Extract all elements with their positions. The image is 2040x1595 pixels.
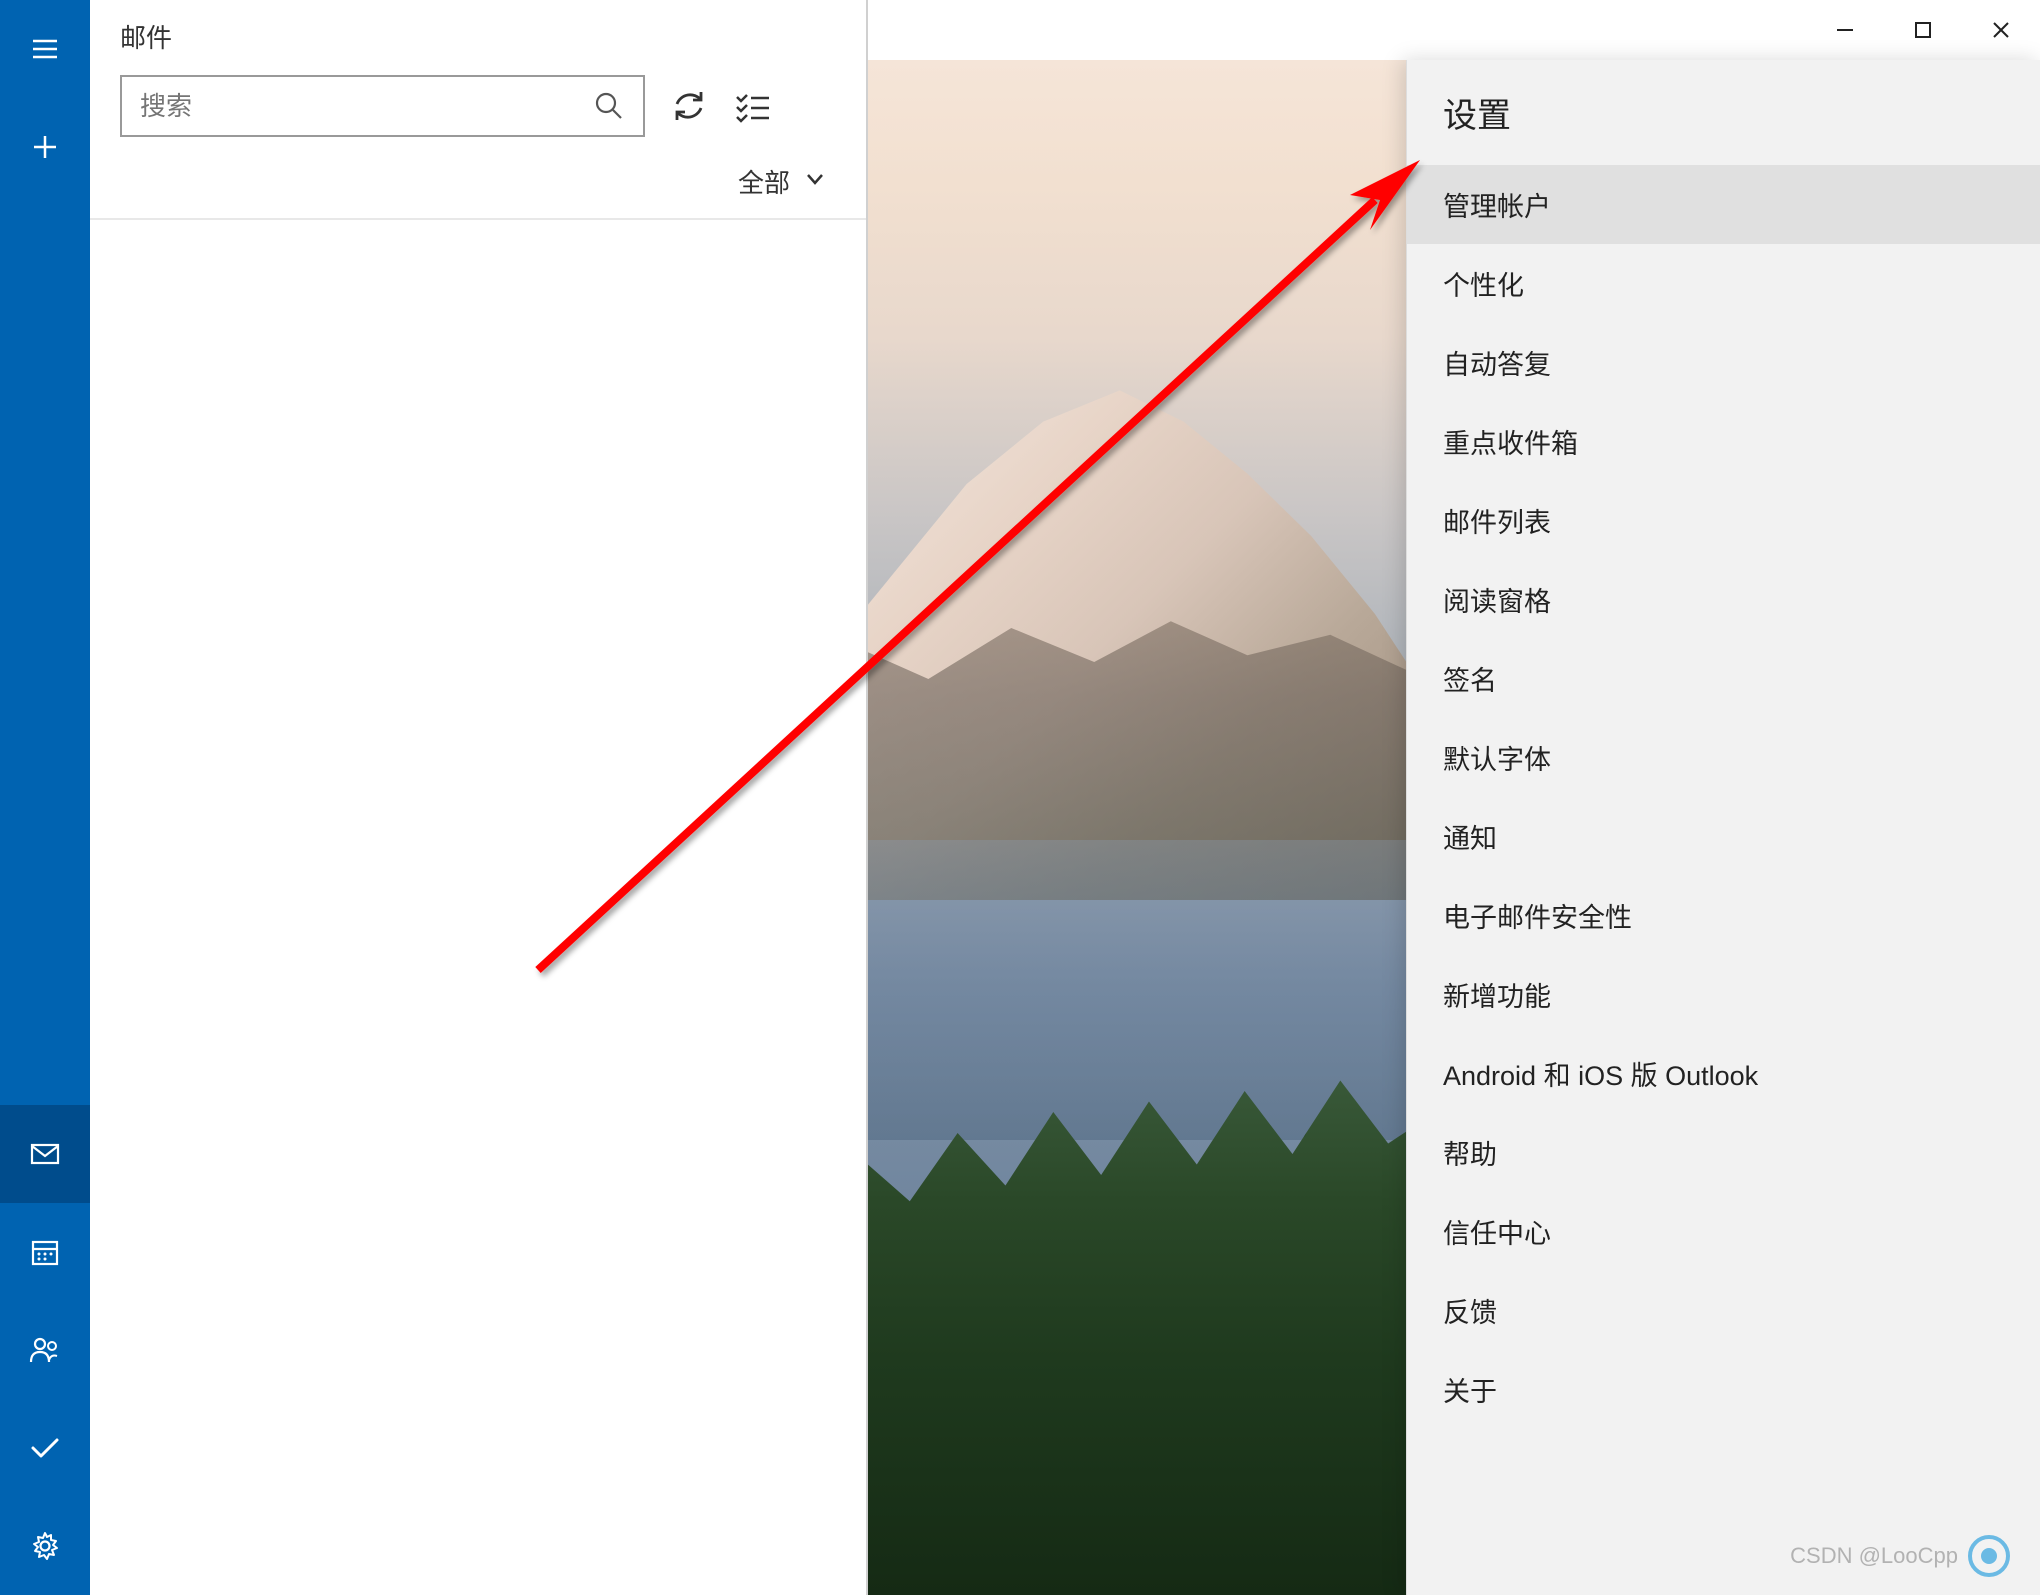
settings-item-auto-reply[interactable]: 自动答复 (1407, 323, 2040, 402)
refresh-button[interactable] (669, 86, 709, 126)
watermark-logo-icon (1968, 1535, 2010, 1577)
title-bar (868, 0, 2040, 60)
settings-item-feedback[interactable]: 反馈 (1407, 1271, 2040, 1350)
settings-title: 设置 (1407, 60, 2040, 165)
settings-item-signature[interactable]: 签名 (1407, 639, 2040, 718)
filter-row: 全部 (90, 155, 866, 220)
settings-item-focused-inbox[interactable]: 重点收件箱 (1407, 402, 2040, 481)
chevron-down-icon (804, 166, 826, 197)
todo-nav-button[interactable] (0, 1399, 90, 1497)
settings-item-message-list[interactable]: 邮件列表 (1407, 481, 2040, 560)
content-background (868, 60, 1406, 1595)
search-box[interactable] (120, 75, 645, 137)
settings-item-about[interactable]: 关于 (1407, 1350, 2040, 1429)
people-nav-button[interactable] (0, 1301, 90, 1399)
settings-item-outlook-mobile[interactable]: Android 和 iOS 版 Outlook (1407, 1034, 2040, 1113)
settings-item-help[interactable]: 帮助 (1407, 1113, 2040, 1192)
watermark: CSDN @LooCpp (1790, 1535, 2010, 1577)
hamburger-menu-button[interactable] (0, 0, 90, 98)
mail-header-title: 邮件 (90, 0, 866, 63)
close-button[interactable] (1962, 5, 2040, 55)
settings-item-reading-pane[interactable]: 阅读窗格 (1407, 560, 2040, 639)
settings-nav-button[interactable] (0, 1497, 90, 1595)
maximize-button[interactable] (1884, 5, 1962, 55)
mail-nav-button[interactable] (0, 1105, 90, 1203)
settings-item-notifications[interactable]: 通知 (1407, 797, 2040, 876)
settings-item-default-font[interactable]: 默认字体 (1407, 718, 2040, 797)
settings-list: 管理帐户 个性化 自动答复 重点收件箱 邮件列表 阅读窗格 签名 默认字体 通知… (1407, 165, 2040, 1429)
search-icon (593, 90, 625, 122)
filter-label: 全部 (738, 163, 790, 200)
watermark-text: CSDN @LooCpp (1790, 1543, 1958, 1569)
settings-item-email-security[interactable]: 电子邮件安全性 (1407, 876, 2040, 955)
filter-dropdown[interactable]: 全部 (738, 163, 826, 200)
settings-item-whats-new[interactable]: 新增功能 (1407, 955, 2040, 1034)
mail-toolbar (90, 63, 866, 155)
calendar-nav-button[interactable] (0, 1203, 90, 1301)
mail-panel: 邮件 全部 (90, 0, 868, 1595)
settings-item-manage-accounts[interactable]: 管理帐户 (1407, 165, 2040, 244)
settings-item-personalization[interactable]: 个性化 (1407, 244, 2040, 323)
search-input[interactable] (140, 91, 593, 122)
settings-item-trust-center[interactable]: 信任中心 (1407, 1192, 2040, 1271)
nav-bar (0, 0, 90, 1595)
minimize-button[interactable] (1806, 5, 1884, 55)
select-mode-button[interactable] (733, 86, 773, 126)
new-mail-button[interactable] (0, 98, 90, 196)
settings-panel: 设置 管理帐户 个性化 自动答复 重点收件箱 邮件列表 阅读窗格 签名 默认字体… (1406, 60, 2040, 1595)
